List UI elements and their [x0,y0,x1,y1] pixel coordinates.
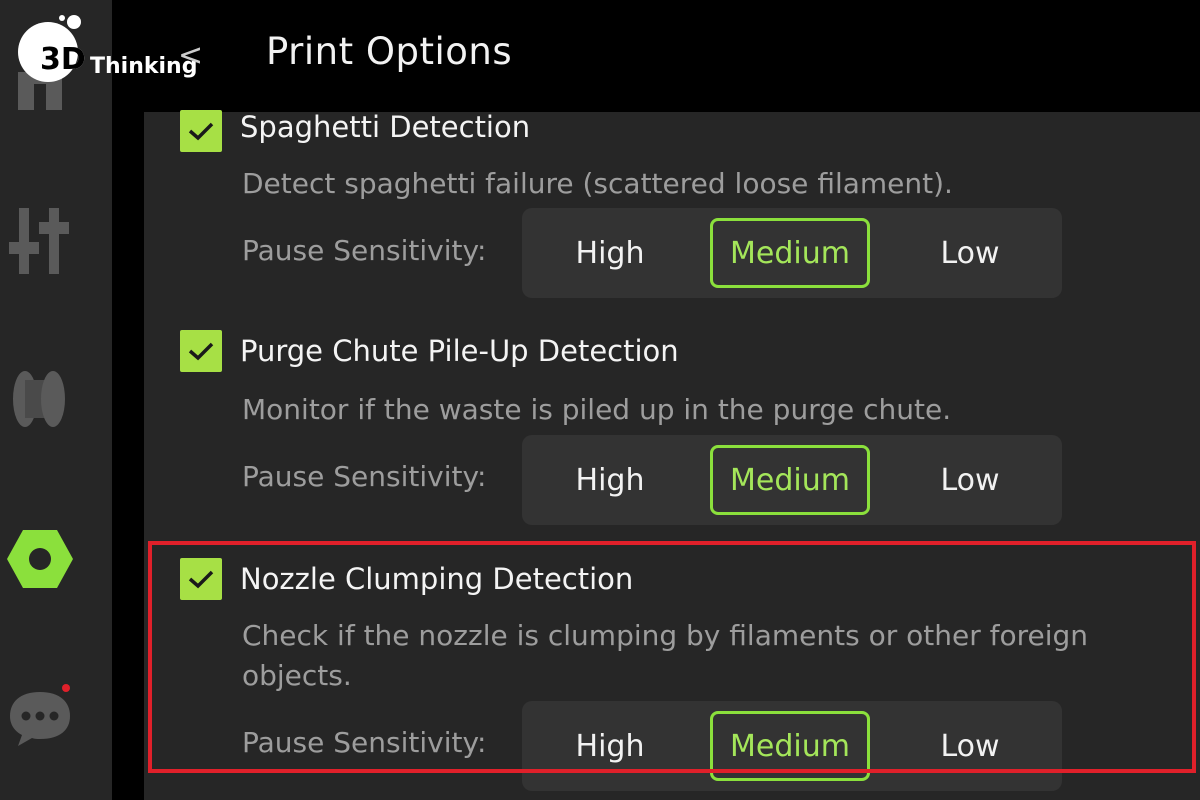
sliders-icon[interactable] [0,208,80,274]
logo: 3D Thinking [14,14,204,84]
notification-dot [62,684,70,692]
sensitivity-medium[interactable]: Medium [710,711,870,781]
sensitivity-medium[interactable]: Medium [710,445,870,515]
option-title: Nozzle Clumping Detection [240,562,634,596]
sensitivity-high[interactable]: High [530,701,690,791]
checkbox[interactable] [180,558,222,600]
sensitivity-selector: High Medium Low [522,208,1062,298]
sensitivity-medium[interactable]: Medium [710,218,870,288]
sensitivity-low[interactable]: Low [890,435,1050,525]
sensitivity-high[interactable]: High [530,208,690,298]
sensitivity-label: Pause Sensitivity: [242,460,487,493]
option-description: Check if the nozzle is clumping by filam… [242,619,1089,692]
sensitivity-selector: High Medium Low [522,435,1062,525]
sensitivity-low[interactable]: Low [890,701,1050,791]
sensitivity-label: Pause Sensitivity: [242,234,487,267]
checkbox[interactable] [180,330,222,372]
sidebar [0,0,112,800]
header: Print Options [112,0,1200,112]
sensitivity-selector: High Medium Low [522,701,1062,791]
option-title: Purge Chute Pile-Up Detection [240,334,679,368]
options-panel: Spaghetti Detection Detect spaghetti fai… [144,110,1200,800]
chat-icon[interactable] [0,680,80,752]
back-button[interactable]: < [178,38,203,73]
sensitivity-high[interactable]: High [530,435,690,525]
option-description: Detect spaghetti failure (scattered loos… [242,167,953,200]
checkbox[interactable] [180,110,222,152]
sensitivity-label: Pause Sensitivity: [242,726,487,759]
page-title: Print Options [266,30,513,73]
option-title: Spaghetti Detection [240,110,531,144]
filament-spool-icon[interactable] [0,368,80,430]
sensitivity-low[interactable]: Low [890,208,1050,298]
settings-nut-icon[interactable] [0,528,80,590]
option-description: Monitor if the waste is piled up in the … [242,393,952,426]
logo-3d: 3D [40,42,86,77]
